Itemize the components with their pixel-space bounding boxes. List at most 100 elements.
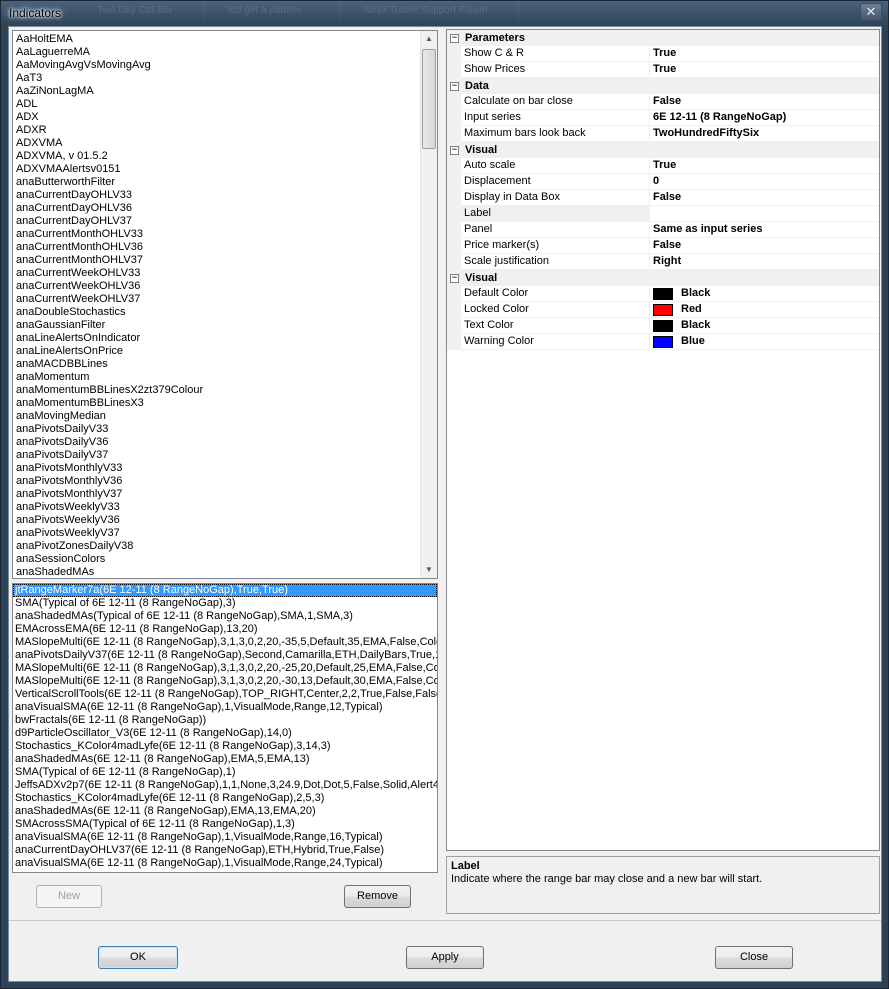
available-indicator-item[interactable]: anaLineAlertsOnPrice bbox=[13, 345, 420, 358]
available-indicator-item[interactable]: ADL bbox=[13, 98, 420, 111]
available-indicator-item[interactable]: anaPivotsMonthlyV36 bbox=[13, 475, 420, 488]
available-indicator-item[interactable]: anaPivotsDailyV33 bbox=[13, 423, 420, 436]
apply-button[interactable]: Apply bbox=[406, 946, 484, 969]
property-category[interactable]: − Visual bbox=[447, 142, 879, 158]
available-indicator-item[interactable]: anaCurrentWeekOHLV36 bbox=[13, 280, 420, 293]
applied-indicator-item[interactable]: Stochastics_KColor4madLyfe(6E 12-11 (8 R… bbox=[13, 740, 437, 753]
applied-indicator-item[interactable]: anaShadedMAs(6E 12-11 (8 RangeNoGap),EMA… bbox=[13, 805, 437, 818]
available-indicator-item[interactable]: anaMomentumBBLinesX2zt379Colour bbox=[13, 384, 420, 397]
available-indicator-item[interactable]: anaGaussianFilter bbox=[13, 319, 420, 332]
applied-indicator-item[interactable]: VerticalScrollTools(6E 12-11 (8 RangeNoG… bbox=[13, 688, 437, 701]
scroll-up-arrow-icon[interactable]: ▲ bbox=[421, 31, 437, 47]
available-indicator-item[interactable]: anaPivotsDailyV36 bbox=[13, 436, 420, 449]
property-value[interactable] bbox=[650, 206, 879, 222]
property-row[interactable]: Default Color Black bbox=[447, 286, 879, 302]
available-indicator-item[interactable]: anaButterworthFilter bbox=[13, 176, 420, 189]
available-indicator-item[interactable]: anaShadedMAs bbox=[13, 566, 420, 578]
property-row[interactable]: Display in Data Box False bbox=[447, 190, 879, 206]
available-indicator-item[interactable]: AaZiNonLagMA bbox=[13, 85, 420, 98]
available-indicator-item[interactable]: anaPivotsWeeklyV33 bbox=[13, 501, 420, 514]
available-indicator-item[interactable]: anaCurrentDayOHLV36 bbox=[13, 202, 420, 215]
property-value[interactable]: Black bbox=[650, 286, 879, 302]
applied-indicator-item[interactable]: anaVisualSMA(6E 12-11 (8 RangeNoGap),1,V… bbox=[13, 701, 437, 714]
available-indicator-item[interactable]: anaCurrentDayOHLV37 bbox=[13, 215, 420, 228]
applied-indicator-item[interactable]: jtRangeMarker7a(6E 12-11 (8 RangeNoGap),… bbox=[13, 584, 437, 597]
available-indicator-item[interactable]: AaMovingAvgVsMovingAvg bbox=[13, 59, 420, 72]
property-row[interactable]: Input series 6E 12-11 (8 RangeNoGap) bbox=[447, 110, 879, 126]
collapse-icon[interactable]: − bbox=[447, 270, 461, 286]
applied-indicator-item[interactable]: JeffsADXv2p7(6E 12-11 (8 RangeNoGap),1,1… bbox=[13, 779, 437, 792]
property-row[interactable]: Maximum bars look back TwoHundredFiftySix bbox=[447, 126, 879, 142]
available-indicator-item[interactable]: AaT3 bbox=[13, 72, 420, 85]
property-row[interactable]: Text Color Black bbox=[447, 318, 879, 334]
available-list-scrollbar[interactable]: ▲ ▼ bbox=[420, 31, 437, 578]
property-row[interactable]: Price marker(s) False bbox=[447, 238, 879, 254]
property-value[interactable]: False bbox=[650, 94, 879, 110]
applied-indicators-list[interactable]: jtRangeMarker7a(6E 12-11 (8 RangeNoGap),… bbox=[12, 583, 438, 873]
available-indicator-item[interactable]: anaPivotZonesDailyV38 bbox=[13, 540, 420, 553]
applied-indicator-item[interactable]: SMAcrossSMA(Typical of 6E 12-11 (8 Range… bbox=[13, 818, 437, 831]
applied-indicator-item[interactable]: anaVisualSMA(6E 12-11 (8 RangeNoGap),1,V… bbox=[13, 857, 437, 870]
applied-indicator-item[interactable]: bwFractals(6E 12-11 (8 RangeNoGap)) bbox=[13, 714, 437, 727]
property-value[interactable]: TwoHundredFiftySix bbox=[650, 126, 879, 142]
available-indicator-item[interactable]: AaHoltEMA bbox=[13, 33, 420, 46]
applied-indicator-item[interactable]: EMAcrossEMA(6E 12-11 (8 RangeNoGap),13,2… bbox=[13, 623, 437, 636]
property-row[interactable]: Auto scale True bbox=[447, 158, 879, 174]
title-bar[interactable]: Two Day Ctrl Bar ted get a pattern... Ni… bbox=[1, 1, 888, 27]
property-value[interactable]: Blue bbox=[650, 334, 879, 350]
property-row[interactable]: Warning Color Blue bbox=[447, 334, 879, 350]
available-indicator-item[interactable]: anaLineAlertsOnIndicator bbox=[13, 332, 420, 345]
available-indicator-item[interactable]: anaMovingMedian bbox=[13, 410, 420, 423]
property-row[interactable]: Show Prices True bbox=[447, 62, 879, 78]
property-category[interactable]: − Parameters bbox=[447, 30, 879, 46]
available-indicator-item[interactable]: ADX bbox=[13, 111, 420, 124]
available-indicator-item[interactable]: anaCurrentWeekOHLV33 bbox=[13, 267, 420, 280]
property-value[interactable]: True bbox=[650, 158, 879, 174]
available-indicator-item[interactable]: anaPivotsMonthlyV33 bbox=[13, 462, 420, 475]
available-indicator-item[interactable]: AaLaguerreMA bbox=[13, 46, 420, 59]
property-value[interactable]: Black bbox=[650, 318, 879, 334]
available-indicator-item[interactable]: ADXVMAAlertsv0151 bbox=[13, 163, 420, 176]
property-grid[interactable]: − Parameters Show C & R True Show Prices True… bbox=[446, 29, 880, 851]
available-indicator-item[interactable]: anaCurrentMonthOHLV36 bbox=[13, 241, 420, 254]
available-indicator-item[interactable]: ADXR bbox=[13, 124, 420, 137]
property-value[interactable]: 0 bbox=[650, 174, 879, 190]
collapse-icon[interactable]: − bbox=[447, 30, 461, 46]
property-row[interactable]: Locked Color Red bbox=[447, 302, 879, 318]
applied-indicator-item[interactable]: anaShadedMAs(6E 12-11 (8 RangeNoGap),EMA… bbox=[13, 753, 437, 766]
scroll-thumb[interactable] bbox=[422, 49, 436, 149]
applied-indicator-item[interactable]: MASlopeMulti(6E 12-11 (8 RangeNoGap),3,1… bbox=[13, 636, 437, 649]
property-category[interactable]: − Visual bbox=[447, 270, 879, 286]
collapse-icon[interactable]: − bbox=[447, 142, 461, 158]
applied-indicator-item[interactable]: anaPivotsDailyV37(6E 12-11 (8 RangeNoGap… bbox=[13, 649, 437, 662]
property-value[interactable]: True bbox=[650, 46, 879, 62]
available-indicator-item[interactable]: anaCurrentDayOHLV33 bbox=[13, 189, 420, 202]
applied-indicator-item[interactable]: anaCurrentDayOHLV37(6E 12-11 (8 RangeNoG… bbox=[13, 844, 437, 857]
applied-indicator-item[interactable]: MASlopeMulti(6E 12-11 (8 RangeNoGap),3,1… bbox=[13, 675, 437, 688]
available-indicator-item[interactable]: anaPivotsDailyV37 bbox=[13, 449, 420, 462]
remove-button[interactable]: Remove bbox=[344, 885, 411, 908]
available-indicator-item[interactable]: anaPivotsMonthlyV37 bbox=[13, 488, 420, 501]
available-indicator-item[interactable]: ADXVMA, v 01.5.2 bbox=[13, 150, 420, 163]
available-indicator-item[interactable]: anaMomentumBBLinesX3 bbox=[13, 397, 420, 410]
available-indicators-list[interactable]: AaHoltEMA AaLaguerreMA AaMovingAvgVsMoving… bbox=[12, 30, 438, 579]
available-indicator-item[interactable]: anaCurrentWeekOHLV37 bbox=[13, 293, 420, 306]
new-button[interactable]: New bbox=[36, 885, 102, 908]
applied-indicator-item[interactable]: d9ParticleOscillator_V3(6E 12-11 (8 Rang… bbox=[13, 727, 437, 740]
available-indicator-item[interactable]: anaSessionColors bbox=[13, 553, 420, 566]
applied-indicator-item[interactable]: anaVisualSMA(6E 12-11 (8 RangeNoGap),1,V… bbox=[13, 831, 437, 844]
available-indicator-item[interactable]: anaDoubleStochastics bbox=[13, 306, 420, 319]
property-value[interactable]: False bbox=[650, 190, 879, 206]
property-value[interactable]: Same as input series bbox=[650, 222, 879, 238]
applied-indicator-item[interactable]: Stochastics_KColor4madLyfe(6E 12-11 (8 R… bbox=[13, 792, 437, 805]
property-value[interactable]: 6E 12-11 (8 RangeNoGap) bbox=[650, 110, 879, 126]
property-row[interactable]: Label bbox=[447, 206, 879, 222]
scroll-down-arrow-icon[interactable]: ▼ bbox=[421, 562, 437, 578]
property-row[interactable]: Displacement 0 bbox=[447, 174, 879, 190]
property-value[interactable]: Red bbox=[650, 302, 879, 318]
available-indicator-item[interactable]: anaPivotsWeeklyV36 bbox=[13, 514, 420, 527]
close-button[interactable]: Close bbox=[715, 946, 793, 969]
property-row[interactable]: Calculate on bar close False bbox=[447, 94, 879, 110]
available-indicator-item[interactable]: anaMACDBBLines bbox=[13, 358, 420, 371]
property-value[interactable]: Right bbox=[650, 254, 879, 270]
